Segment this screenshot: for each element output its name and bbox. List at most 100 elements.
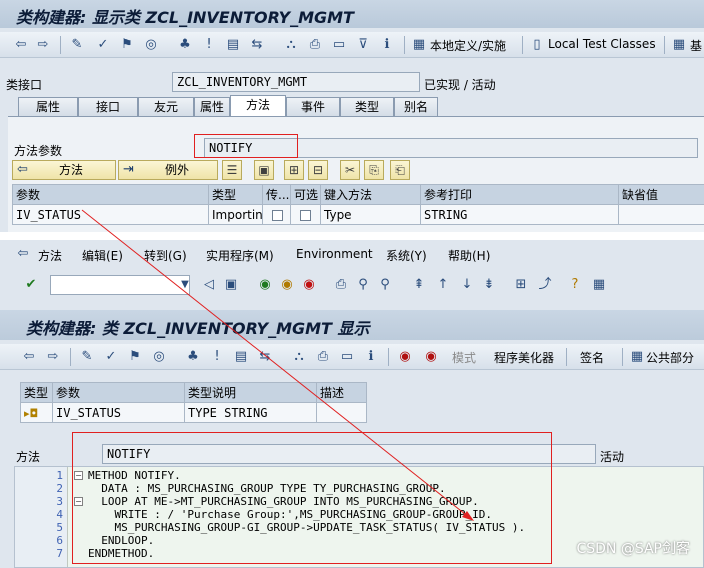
- check-icon[interactable]: ✓: [94, 36, 112, 54]
- shortcut-icon[interactable]: ⤴: [536, 276, 554, 294]
- optional-checkbox[interactable]: [300, 209, 311, 221]
- menu-goto[interactable]: 转到(G): [144, 247, 187, 264]
- exit-icon[interactable]: ◉: [278, 276, 296, 294]
- local-test-classes-button[interactable]: Local Test Classes: [548, 37, 656, 51]
- collapse-block-icon[interactable]: −: [74, 497, 83, 506]
- save-icon[interactable]: ▣: [254, 160, 274, 180]
- delete-row-icon[interactable]: ⊟: [308, 160, 328, 180]
- find-next-icon[interactable]: ⚲: [376, 276, 394, 294]
- navigate-icon[interactable]: ⇆: [248, 36, 266, 54]
- base-icon[interactable]: ▦: [670, 36, 688, 54]
- object-list-icon[interactable]: ♣: [176, 36, 194, 54]
- hierarchy-icon[interactable]: ⛬: [290, 348, 308, 366]
- code-line[interactable]: WRITE : / 'Purchase Group:',MS_PURCHASIN…: [88, 508, 492, 521]
- back-icon[interactable]: ◉: [256, 276, 274, 294]
- first-page-icon[interactable]: ⇞: [410, 276, 428, 294]
- cut-icon[interactable]: ✂: [340, 160, 360, 180]
- display-object-icon[interactable]: ▤: [232, 348, 250, 366]
- next-page-icon[interactable]: ↓: [458, 276, 476, 294]
- code-line[interactable]: METHOD NOTIFY.: [88, 469, 181, 482]
- copy-icon[interactable]: ⎘: [364, 160, 384, 180]
- pattern-button[interactable]: 模式: [452, 349, 476, 366]
- display-change-icon[interactable]: ✎: [78, 348, 96, 366]
- method-button[interactable]: ⇦ 方法: [12, 160, 116, 180]
- help-icon[interactable]: ?: [566, 276, 584, 294]
- signature-button[interactable]: 签名: [580, 349, 604, 366]
- layout-icon[interactable]: ▭: [330, 36, 348, 54]
- menu-help[interactable]: 帮助(H): [448, 247, 490, 264]
- inactive-icon[interactable]: ǃ: [200, 36, 218, 54]
- menu-icon[interactable]: ⇦: [14, 245, 32, 263]
- code-line[interactable]: MS_PURCHASING_GROUP-GI_GROUP->UPDATE_TAS…: [88, 521, 525, 534]
- tab-aliases[interactable]: 别名: [394, 97, 438, 116]
- back-arrow-icon[interactable]: ⇦: [20, 348, 38, 366]
- associated-type-cell[interactable]: STRING: [420, 204, 619, 225]
- customize-layout-icon[interactable]: ▦: [590, 276, 608, 294]
- code-line[interactable]: ENDMETHOD.: [88, 547, 154, 560]
- print-icon[interactable]: ⎙: [306, 36, 324, 54]
- breakpoint-icon[interactable]: ◉: [396, 348, 414, 366]
- save-icon[interactable]: ▣: [222, 276, 240, 294]
- check-icon[interactable]: ✓: [102, 348, 120, 366]
- param-type-cell[interactable]: Importin...: [208, 204, 263, 225]
- inactive-icon[interactable]: ǃ: [208, 348, 226, 366]
- code-line[interactable]: ENDLOOP.: [88, 534, 154, 547]
- back-arrow-icon[interactable]: ⇦: [12, 36, 30, 54]
- layout-icon[interactable]: ▭: [338, 348, 356, 366]
- info-icon[interactable]: ℹ: [362, 348, 380, 366]
- local-definitions-button[interactable]: 本地定义/实施: [430, 37, 506, 54]
- method-name-field[interactable]: NOTIFY: [102, 444, 596, 464]
- tab-properties[interactable]: 属性: [18, 97, 78, 116]
- table-row[interactable]: IV_STATUS Importin... Type STRING: [12, 204, 704, 225]
- base-button[interactable]: 基: [690, 37, 702, 54]
- code-line[interactable]: LOOP AT ME->MT_PURCHASING_GROUP INTO MS_…: [88, 495, 479, 508]
- collapse-block-icon[interactable]: −: [74, 471, 83, 480]
- new-session-icon[interactable]: ⊞: [512, 276, 530, 294]
- insert-row-icon[interactable]: ⊞: [284, 160, 304, 180]
- public-section-button[interactable]: 公共部分: [646, 349, 694, 366]
- paste-icon[interactable]: ⎗: [390, 160, 410, 180]
- optional-cell[interactable]: [290, 204, 321, 225]
- previous-page-icon[interactable]: ↑: [434, 276, 452, 294]
- description-cell[interactable]: [316, 402, 367, 423]
- param-name-cell[interactable]: IV_STATUS: [12, 204, 209, 225]
- param-name-cell[interactable]: IV_STATUS: [52, 402, 185, 423]
- menu-system[interactable]: 系统(Y): [386, 247, 427, 264]
- enter-check-icon[interactable]: ✔: [22, 276, 40, 294]
- tab-friends[interactable]: 友元: [138, 97, 194, 116]
- navigate-icon[interactable]: ⇆: [256, 348, 274, 366]
- where-used-icon[interactable]: ◎: [142, 36, 160, 54]
- exception-button[interactable]: ⇥ 例外: [118, 160, 218, 180]
- last-page-icon[interactable]: ⇟: [480, 276, 498, 294]
- pretty-printer-button[interactable]: 程序美化器: [494, 349, 554, 366]
- collapse-icon[interactable]: ◁: [200, 276, 218, 294]
- info-icon[interactable]: ℹ: [378, 36, 396, 54]
- find-icon[interactable]: ⚲: [354, 276, 372, 294]
- object-list-icon[interactable]: ♣: [184, 348, 202, 366]
- menu-method[interactable]: 方法: [38, 247, 62, 264]
- default-value-cell[interactable]: [618, 204, 704, 225]
- print-icon[interactable]: ⎙: [314, 348, 332, 366]
- display-object-icon[interactable]: ▤: [224, 36, 242, 54]
- session-breakpoint-icon[interactable]: ◉: [422, 348, 440, 366]
- where-used-icon[interactable]: ◎: [150, 348, 168, 366]
- command-field[interactable]: [50, 275, 190, 295]
- menu-edit[interactable]: 编辑(E): [82, 247, 123, 264]
- tab-interfaces[interactable]: 接口: [78, 97, 138, 116]
- display-change-icon[interactable]: ✎: [68, 36, 86, 54]
- chevron-down-icon[interactable]: ▼: [176, 276, 194, 294]
- forward-arrow-icon[interactable]: ⇨: [34, 36, 52, 54]
- type-description-cell[interactable]: TYPE STRING: [184, 402, 317, 423]
- filter-icon[interactable]: ⊽: [354, 36, 372, 54]
- code-line[interactable]: DATA : MS_PURCHASING_GROUP TYPE TY_PURCH…: [88, 482, 445, 495]
- method-params-field[interactable]: NOTIFY: [204, 138, 698, 158]
- print-icon[interactable]: ⎙: [332, 276, 350, 294]
- menu-utilities[interactable]: 实用程序(M): [206, 247, 274, 264]
- local-definitions-icon[interactable]: ▦: [410, 36, 428, 54]
- local-test-classes-icon[interactable]: ▯: [528, 36, 546, 54]
- cancel-icon[interactable]: ◉: [300, 276, 318, 294]
- activate-icon[interactable]: ⚑: [126, 348, 144, 366]
- activate-icon[interactable]: ⚑: [118, 36, 136, 54]
- pass-by-value-checkbox[interactable]: [272, 209, 283, 221]
- menu-environment[interactable]: Environment: [296, 247, 373, 261]
